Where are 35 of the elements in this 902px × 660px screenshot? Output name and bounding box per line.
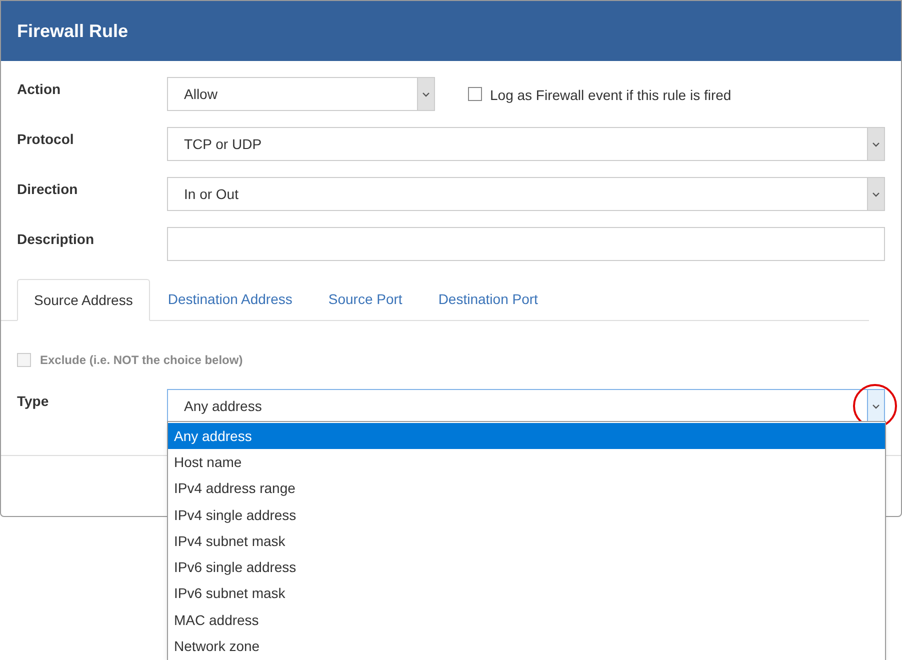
dropdown-option[interactable]: MAC address bbox=[168, 607, 885, 634]
dropdown-option[interactable]: IPv4 address range bbox=[168, 476, 885, 502]
dropdown-button[interactable] bbox=[867, 390, 884, 422]
tab[interactable]: Source Address bbox=[17, 279, 150, 321]
dropdown-button[interactable] bbox=[417, 78, 434, 110]
field-label: Description bbox=[17, 230, 96, 249]
chevron-down-icon bbox=[872, 404, 880, 408]
dropdown-option[interactable]: IPv6 single address bbox=[168, 554, 885, 581]
tab[interactable]: Source Port bbox=[310, 278, 420, 320]
tab[interactable]: Destination Port bbox=[420, 278, 556, 320]
chevron-down-icon bbox=[872, 142, 880, 146]
dropdown-button[interactable] bbox=[867, 178, 884, 210]
dialog-title: Firewall Rule bbox=[17, 20, 128, 42]
chevron-down-icon bbox=[872, 192, 880, 196]
select-field[interactable]: Any address bbox=[167, 389, 885, 423]
dropdown-option[interactable]: Host name bbox=[168, 449, 885, 476]
dropdown-option[interactable]: IPv4 single address bbox=[168, 502, 885, 528]
dropdown-option[interactable]: Network zone bbox=[168, 633, 885, 660]
dropdown-option[interactable]: IPv6 subnet mask bbox=[168, 580, 885, 608]
field-label: Protocol bbox=[17, 130, 75, 149]
input-field[interactable] bbox=[167, 227, 885, 261]
chevron-down-icon bbox=[422, 92, 430, 96]
dropdown-option[interactable]: IPv4 subnet mask bbox=[168, 528, 885, 554]
dropdown-option[interactable]: Any address bbox=[168, 423, 885, 450]
select-field[interactable]: In or Out bbox=[167, 177, 885, 211]
checkbox-label: Log as Firewall event if this rule is fired bbox=[490, 86, 732, 105]
field-label: Type bbox=[17, 392, 50, 411]
select-field[interactable]: TCP or UDP bbox=[167, 127, 885, 161]
checkbox[interactable] bbox=[468, 87, 482, 101]
field-label: Action bbox=[17, 80, 62, 99]
field-label: Direction bbox=[17, 180, 79, 199]
select-field[interactable]: Allow bbox=[167, 77, 435, 111]
checkbox-label: Exclude (i.e. NOT the choice below) bbox=[40, 352, 243, 369]
dropdown-button[interactable] bbox=[867, 128, 884, 160]
tab[interactable]: Destination Address bbox=[150, 278, 310, 320]
